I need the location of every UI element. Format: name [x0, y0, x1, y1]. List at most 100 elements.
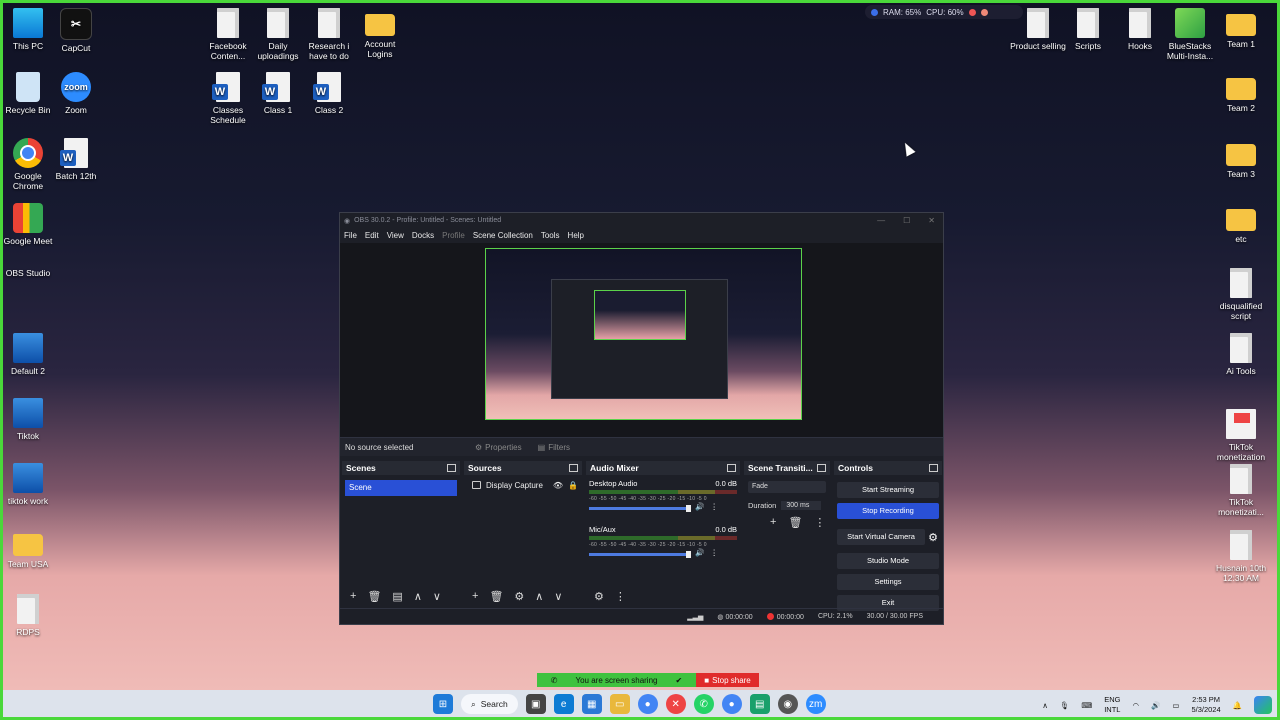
system-monitor-widget[interactable]: RAM: 65% CPU: 60% — [865, 5, 1023, 19]
desktop-icon-zoom[interactable]: zoom Zoom — [48, 72, 104, 115]
desktop-icon-team-1[interactable]: Team 1 — [1213, 8, 1269, 49]
start-windows-icon[interactable]: ⊞ — [433, 694, 453, 714]
battery-icon[interactable]: ▭ — [1172, 701, 1179, 710]
desktop-icon-hooks[interactable]: Hooks — [1112, 8, 1168, 51]
desktop-icon-ai-tools[interactable]: Ai Tools — [1213, 333, 1269, 376]
arrow-up-icon[interactable]: ∧ — [535, 590, 543, 603]
language-indicator[interactable]: ENG INTL — [1104, 695, 1120, 715]
trash-icon[interactable]: 🗑 — [367, 590, 381, 603]
undock-icon[interactable] — [569, 464, 578, 472]
anydesk-icon[interactable]: ✕ — [665, 694, 686, 714]
filter-icon[interactable]: ▤ — [392, 590, 402, 603]
menu-edit[interactable]: Edit — [365, 231, 379, 240]
menu-view[interactable]: View — [387, 231, 404, 240]
desktop-icon-tiktok-monetization[interactable]: TikTok monetization — [1213, 409, 1269, 462]
eye-icon[interactable]: 👁 — [553, 481, 563, 490]
taskbar-search[interactable]: ⌕ Search — [461, 694, 518, 714]
source-item[interactable]: Display Capture 👁 🔒 — [464, 477, 582, 493]
stop-recording-button[interactable]: Stop Recording — [837, 503, 939, 519]
undock-icon[interactable] — [929, 464, 938, 472]
desktop-icon-team-3[interactable]: Team 3 — [1213, 138, 1269, 179]
stop-share-button[interactable]: ■ Stop share — [696, 673, 759, 687]
desktop-icon-bluestacks[interactable]: BlueStacks Multi-Insta... — [1162, 8, 1218, 61]
desktop-icon-scripts[interactable]: Scripts — [1060, 8, 1116, 51]
filters-button[interactable]: ▤ Filters — [532, 441, 576, 454]
trash-icon[interactable]: 🗑 — [489, 590, 503, 603]
desktop-icon-facebook-content[interactable]: Facebook Conten... — [200, 8, 256, 61]
duration-input[interactable]: 300 ms — [781, 501, 822, 510]
undock-icon[interactable] — [817, 464, 826, 472]
volume-slider[interactable] — [589, 551, 691, 558]
volume-icon[interactable]: 🔊 — [1151, 701, 1160, 710]
arrow-up-icon[interactable]: ∧ — [414, 590, 422, 603]
speaker-icon[interactable]: 🔊 — [695, 502, 704, 511]
kebab-menu-icon[interactable]: ⋮ — [710, 502, 718, 511]
kebab-menu-icon[interactable]: ⋮ — [710, 548, 718, 557]
studio-mode-button[interactable]: Studio Mode — [837, 553, 939, 569]
desktop-icon-capcut[interactable]: ✂ CapCut — [48, 8, 104, 53]
volume-slider[interactable] — [589, 505, 691, 512]
kebab-menu-icon[interactable]: ⋮ — [615, 590, 626, 603]
wifi-icon[interactable]: ◠ — [1132, 701, 1139, 710]
close-icon[interactable]: ✕ — [928, 216, 935, 225]
undock-icon[interactable] — [727, 464, 736, 472]
arrow-down-icon[interactable]: ∨ — [433, 590, 441, 603]
desktop-icon-disqualified-script[interactable]: disqualified script — [1213, 268, 1269, 321]
desktop-icon-team-2[interactable]: Team 2 — [1213, 72, 1269, 113]
kebab-menu-icon[interactable]: ⋮ — [814, 516, 825, 529]
desktop-icon-team-usa[interactable]: Team USA — [0, 528, 56, 569]
menu-docks[interactable]: Docks — [412, 231, 434, 240]
gear-icon[interactable]: ⚙ — [514, 590, 524, 603]
desktop-icon-research[interactable]: Research i have to do — [301, 8, 357, 61]
desktop-icon-tiktok-monetization-2[interactable]: TikTok monetizati... — [1213, 464, 1269, 517]
whatsapp-icon[interactable]: ✆ — [693, 694, 714, 714]
desktop-icon-daily-uploadings[interactable]: Daily uploadings — [250, 8, 306, 61]
chrome-icon[interactable]: ● — [637, 694, 658, 714]
maximize-icon[interactable]: ☐ — [903, 216, 910, 225]
add-icon[interactable]: + — [350, 590, 356, 602]
clock[interactable]: 2:53 PM 5/3/2024 — [1191, 695, 1220, 715]
scene-item[interactable]: Scene — [345, 480, 457, 496]
notification-bell-icon[interactable]: 🔔 — [1233, 701, 1242, 710]
desktop-icon-classes-schedule[interactable]: Classes Schedule — [200, 72, 256, 125]
desktop-icon-husnain[interactable]: Husnain 10th 12:30 AM — [1213, 530, 1269, 583]
preview-canvas[interactable] — [485, 248, 802, 420]
desktop-icon-account-logins[interactable]: Account Logins — [352, 8, 408, 59]
keyboard-icon[interactable]: ⌨ — [1081, 701, 1092, 710]
store-icon[interactable]: ▦ — [581, 694, 602, 714]
add-icon[interactable]: + — [472, 590, 478, 602]
menu-tools[interactable]: Tools — [541, 231, 560, 240]
notepad-icon[interactable]: ▤ — [749, 694, 770, 714]
speaker-icon[interactable]: 🔊 — [695, 548, 704, 557]
menu-profile[interactable]: Profile — [442, 231, 465, 240]
start-streaming-button[interactable]: Start Streaming — [837, 482, 939, 498]
desktop-icon-google-meet[interactable]: Google Meet — [0, 203, 56, 246]
desktop-icon-batch-12th[interactable]: Batch 12th — [48, 138, 104, 181]
menu-scene-collection[interactable]: Scene Collection — [473, 231, 533, 240]
edge-icon[interactable]: e — [553, 694, 574, 714]
lock-icon[interactable]: 🔒 — [568, 481, 578, 490]
desktop-icon-etc[interactable]: etc — [1213, 203, 1269, 244]
trash-icon[interactable]: 🗑 — [788, 516, 802, 529]
advanced-audio-gear-icon[interactable]: ⚙ — [594, 590, 604, 603]
minimize-icon[interactable]: — — [877, 216, 885, 225]
gear-icon[interactable]: ⚙ — [928, 531, 942, 544]
desktop-icon-tiktok-work[interactable]: tiktok work — [0, 463, 56, 506]
arrow-down-icon[interactable]: ∨ — [554, 590, 562, 603]
chrome-profile-icon[interactable]: ● — [721, 694, 742, 714]
copilot-icon[interactable] — [1254, 696, 1272, 714]
task-view-icon[interactable]: ▣ — [525, 694, 546, 714]
start-virtual-camera-button[interactable]: Start Virtual Camera — [837, 529, 926, 545]
settings-button[interactable]: Settings — [837, 574, 939, 590]
microphone-icon[interactable]: 🎙 — [1060, 701, 1070, 710]
menu-help[interactable]: Help — [568, 231, 584, 240]
properties-button[interactable]: ⚙ Properties — [469, 441, 528, 454]
chevron-up-icon[interactable]: ∧ — [1042, 701, 1048, 710]
menu-file[interactable]: File — [344, 231, 357, 240]
zoom-taskbar-icon[interactable]: zm — [805, 694, 826, 714]
desktop-icon-rdps[interactable]: RDPS — [0, 594, 56, 637]
file-explorer-icon[interactable]: ▭ — [609, 694, 630, 714]
transition-select[interactable]: Fade — [748, 481, 826, 493]
desktop-icon-obs-studio[interactable]: OBS Studio — [0, 268, 369, 510]
undock-icon[interactable] — [447, 464, 456, 472]
